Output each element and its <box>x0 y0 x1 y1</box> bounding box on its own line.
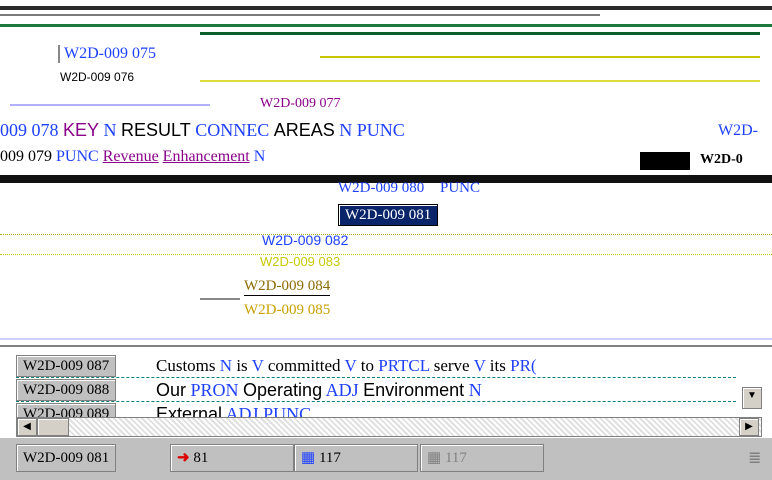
node-082[interactable]: W2D-009 082 <box>262 232 348 248</box>
node-076[interactable]: W2D-009 076 <box>60 70 134 84</box>
table-row[interactable]: W2D-009 088 Our PRON Operating ADJ Envir… <box>16 379 736 402</box>
top-banner <box>0 0 772 40</box>
table-row[interactable]: W2D-009 089 External ADJ PUNC <box>16 403 736 417</box>
scroll-left-button[interactable]: ◀ <box>17 418 37 436</box>
scroll-thumb[interactable] <box>37 418 69 436</box>
sentence-pane: W2D-009 087 Customs N is V committed V t… <box>0 345 772 437</box>
node-084[interactable]: W2D-009 084 <box>244 278 331 296</box>
node-083[interactable]: W2D-009 083 <box>260 254 340 269</box>
status-current-id: W2D-009 081 <box>16 444 117 472</box>
right-node-2[interactable]: W2D-0 <box>700 152 743 168</box>
node-075[interactable]: W2D-009 075 <box>58 45 156 63</box>
table-icon: ▦ <box>427 450 442 466</box>
scroll-down-button[interactable]: ▼ <box>742 387 762 409</box>
node-085[interactable]: W2D-009 085 <box>244 302 330 319</box>
graph-area: W2D-009 075 W2D-009 076 W2D-009 077 009 … <box>0 40 772 345</box>
status-count-1: ➜ 81 <box>170 444 294 472</box>
row-id[interactable]: W2D-009 087 <box>16 355 117 377</box>
node-077[interactable]: W2D-009 077 <box>260 96 341 112</box>
node-080[interactable]: W2D-009 080 <box>338 180 424 197</box>
scroll-right-button[interactable]: ▶ <box>739 418 759 436</box>
right-node-1[interactable]: W2D- <box>718 122 758 140</box>
line-revenue: 009 079 PUNC Revenue Enhancement N <box>0 148 266 165</box>
red-arrow-icon: ➜ <box>177 450 190 466</box>
horizontal-scrollbar[interactable]: ◀ ▶ <box>16 417 762 437</box>
line-key-result: 009 078 KEY N RESULT CONNEC AREAS N PUNC <box>0 120 405 140</box>
table-icon: ▦ <box>301 450 316 466</box>
row-id[interactable]: W2D-009 089 <box>16 403 117 417</box>
status-count-2: ▦ 117 <box>294 444 418 472</box>
status-bar: W2D-009 081 ➜ 81 ▦ 117 ▦ 117 ≣ <box>0 437 772 480</box>
table-row[interactable]: W2D-009 087 Customs N is V committed V t… <box>16 355 736 378</box>
node-081-selected[interactable]: W2D-009 081 <box>338 204 439 226</box>
status-count-3: ▦ 117 <box>420 444 544 472</box>
row-id[interactable]: W2D-009 088 <box>16 379 117 401</box>
resize-grip-icon[interactable]: ≣ <box>748 448 761 468</box>
